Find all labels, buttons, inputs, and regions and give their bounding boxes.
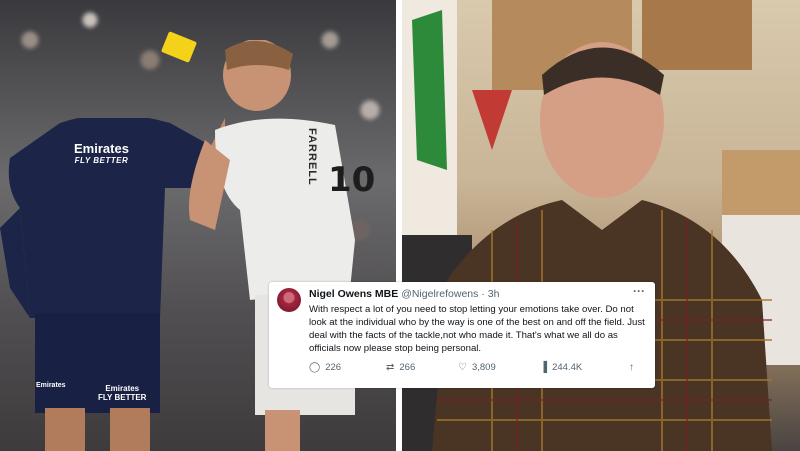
- tweet-header: Nigel Owens MBE @Nigelrefowens · 3h: [309, 288, 499, 300]
- display-name[interactable]: Nigel Owens MBE: [309, 288, 398, 300]
- player-figure: [189, 40, 355, 451]
- reply-button[interactable]: ◯ 226: [309, 362, 341, 373]
- views-button[interactable]: ▐ 244.4K: [540, 362, 582, 373]
- retweet-icon: ⇄: [386, 362, 395, 373]
- like-count: 3,809: [471, 362, 496, 373]
- retweet-count: 266: [399, 362, 416, 373]
- referee-sponsor: Emirates FLY BETTER: [74, 141, 129, 165]
- reply-count: 226: [325, 362, 342, 373]
- jersey-number: 10: [328, 160, 376, 200]
- timestamp[interactable]: · 3h: [481, 288, 499, 300]
- shorts-sponsor: Emirates FLY BETTER: [98, 384, 147, 402]
- share-button[interactable]: ↑: [629, 362, 634, 373]
- like-icon: ♡: [458, 362, 467, 373]
- like-button[interactable]: ♡ 3,809: [458, 362, 496, 373]
- tweet-actions: ◯ 226 ⇄ 266 ♡ 3,809 ▐ 244.4K ↑: [309, 362, 643, 376]
- avatar[interactable]: [277, 288, 301, 312]
- shorts-logo-text: Emirates: [36, 382, 66, 389]
- handle[interactable]: @Nigelrefowens: [401, 288, 478, 300]
- reply-icon: ◯: [309, 362, 321, 373]
- tweet-card[interactable]: Nigel Owens MBE @Nigelrefowens · 3h ··· …: [269, 282, 655, 388]
- jersey-name: FARRELL: [306, 128, 318, 186]
- views-icon: ▐: [540, 362, 548, 373]
- tweet-body: With respect a lot of you need to stop l…: [309, 304, 645, 354]
- share-icon: ↑: [629, 362, 634, 373]
- retweet-button[interactable]: ⇄ 266: [386, 362, 415, 373]
- more-options-icon[interactable]: ···: [633, 284, 645, 298]
- views-count: 244.4K: [552, 362, 583, 373]
